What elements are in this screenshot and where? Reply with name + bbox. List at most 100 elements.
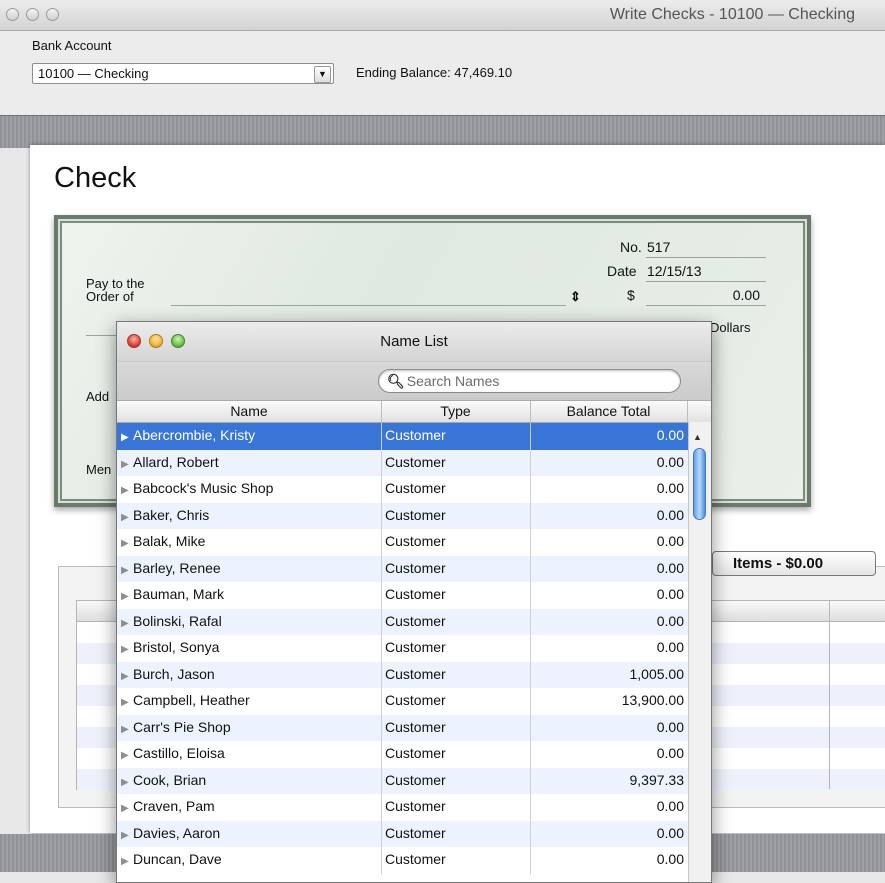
row-name-text: Craven, Pam xyxy=(133,798,215,814)
row-type: Customer xyxy=(385,798,446,814)
check-number-field[interactable]: 517 xyxy=(647,239,670,255)
table-row[interactable]: ▶ Duncan, Dave Customer 0.00 xyxy=(117,847,711,874)
row-type: Customer xyxy=(385,692,446,708)
table-row[interactable]: ▶ Davies, Aaron Customer 0.00 xyxy=(117,820,711,847)
table-row[interactable]: ▶ Allard, Robert Customer 0.00 xyxy=(117,449,711,476)
table-row[interactable]: ▶ Carr's Pie Shop Customer 0.00 xyxy=(117,714,711,741)
table-row[interactable]: ▶ Abercrombie, Kristy Customer 0.00 xyxy=(117,423,711,450)
table-row[interactable]: ▶ Bauman, Mark Customer 0.00 xyxy=(117,582,711,609)
table-row[interactable]: ▶ Barley, Renee Customer 0.00 xyxy=(117,555,711,582)
column-divider xyxy=(381,688,382,715)
table-row[interactable]: ▶ Babcock's Music Shop Customer 0.00 xyxy=(117,476,711,503)
disclosure-triangle-icon[interactable]: ▶ xyxy=(121,512,133,523)
close-window-button[interactable] xyxy=(6,8,19,21)
column-divider xyxy=(381,714,382,741)
bank-account-select[interactable]: 10100 — Checking ▼ xyxy=(32,63,334,84)
column-divider xyxy=(381,555,382,582)
row-balance: 0.00 xyxy=(656,506,684,523)
table-row[interactable]: ▶ Campbell, Heather Customer 13,900.00 xyxy=(117,688,711,715)
search-placeholder: Search Names xyxy=(406,373,500,389)
column-divider xyxy=(530,635,531,662)
address-label: Add xyxy=(86,389,110,404)
row-name-text: Bolinski, Rafal xyxy=(133,612,222,629)
row-name: ▶ Bolinski, Rafal xyxy=(121,613,222,629)
column-header-balance[interactable]: Balance Total xyxy=(530,403,687,419)
amount-field[interactable]: 0.00 xyxy=(648,287,760,303)
scroll-up-arrow-icon[interactable]: ▲ xyxy=(693,432,702,442)
column-header-name[interactable]: Name xyxy=(117,403,381,419)
disclosure-triangle-icon[interactable]: ▶ xyxy=(121,856,133,867)
row-name: ▶ Baker, Chris xyxy=(121,507,209,523)
zoom-window-button[interactable] xyxy=(46,8,59,21)
scrollbar[interactable]: ▲ xyxy=(688,422,711,882)
row-type: Customer xyxy=(385,665,446,682)
disclosure-triangle-icon[interactable]: ▶ xyxy=(121,671,133,682)
column-divider xyxy=(381,423,382,450)
table-row[interactable]: ▶ Bolinski, Rafal Customer 0.00 xyxy=(117,608,711,635)
payee-field[interactable] xyxy=(171,305,566,306)
column-divider xyxy=(530,820,531,847)
account-toolbar: Bank Account 10100 — Checking ▼ Ending B… xyxy=(0,31,885,115)
name-list-title: Name List xyxy=(380,333,448,350)
row-name: ▶ Craven, Pam xyxy=(121,798,215,814)
bank-account-label: Bank Account xyxy=(32,38,112,53)
date-label: Date xyxy=(607,263,637,279)
dollars-label: Dollars xyxy=(710,320,751,335)
row-type: Customer xyxy=(385,745,446,761)
disclosure-triangle-icon[interactable]: ▶ xyxy=(121,485,133,496)
row-name-text: Davies, Aaron xyxy=(133,824,221,841)
column-divider xyxy=(530,688,531,715)
date-field[interactable]: 12/15/13 xyxy=(647,263,702,279)
table-row[interactable]: ▶ Craven, Pam Customer 0.00 xyxy=(117,794,711,821)
column-header-type[interactable]: Type xyxy=(381,403,530,419)
disclosure-triangle-icon[interactable]: ▶ xyxy=(121,777,133,788)
row-name-text: Allard, Robert xyxy=(133,453,219,470)
disclosure-triangle-icon[interactable]: ▶ xyxy=(121,830,133,841)
column-divider xyxy=(381,449,382,476)
disclosure-triangle-icon[interactable]: ▶ xyxy=(121,724,133,735)
column-divider xyxy=(687,401,688,422)
chevron-down-icon[interactable]: ▼ xyxy=(314,66,331,83)
scrollbar-thumb[interactable] xyxy=(693,448,706,520)
disclosure-triangle-icon[interactable]: ▶ xyxy=(121,750,133,761)
disclosure-triangle-icon[interactable]: ▶ xyxy=(121,432,133,443)
row-balance: 0.00 xyxy=(656,745,684,761)
table-row[interactable]: ▶ Baker, Chris Customer 0.00 xyxy=(117,502,711,529)
ending-balance: Ending Balance: 47,469.10 xyxy=(356,65,513,80)
table-row[interactable]: ▶ Bristol, Sonya Customer 0.00 xyxy=(117,635,711,662)
amount-underline xyxy=(646,305,766,306)
table-row[interactable]: ▶ Cook, Brian Customer 9,397.33 xyxy=(117,767,711,794)
disclosure-triangle-icon[interactable]: ▶ xyxy=(121,591,133,602)
column-divider xyxy=(381,847,382,874)
disclosure-triangle-icon[interactable]: ▶ xyxy=(121,459,133,470)
row-name: ▶ Bristol, Sonya xyxy=(121,639,219,655)
table-row[interactable]: ▶ Burch, Jason Customer 1,005.00 xyxy=(117,661,711,688)
column-divider xyxy=(381,582,382,609)
disclosure-triangle-icon[interactable]: ▶ xyxy=(121,644,133,655)
payee-stepper-icon[interactable]: ⇕ xyxy=(570,289,581,305)
disclosure-triangle-icon[interactable]: ▶ xyxy=(121,803,133,814)
disclosure-triangle-icon[interactable]: ▶ xyxy=(121,565,133,576)
column-divider xyxy=(530,476,531,503)
column-divider xyxy=(381,608,382,635)
linen-background xyxy=(0,115,885,148)
check-number-underline xyxy=(646,257,766,258)
column-divider xyxy=(381,767,382,794)
row-type: Customer xyxy=(385,559,446,576)
row-name-text: Carr's Pie Shop xyxy=(133,718,231,735)
column-divider xyxy=(381,794,382,821)
disclosure-triangle-icon[interactable]: ▶ xyxy=(121,538,133,549)
disclosure-triangle-icon[interactable]: ▶ xyxy=(121,697,133,708)
column-divider xyxy=(381,661,382,688)
search-input[interactable]: 🔍︎ Search Names xyxy=(378,369,681,393)
name-list-titlebar: Name List xyxy=(117,322,711,362)
minimize-window-button[interactable] xyxy=(26,8,39,21)
disclosure-triangle-icon[interactable]: ▶ xyxy=(121,618,133,629)
items-tab[interactable]: Items - $0.00 xyxy=(712,551,876,576)
items-grid-divider xyxy=(829,601,830,789)
table-row[interactable]: ▶ Balak, Mike Customer 0.00 xyxy=(117,529,711,556)
table-row[interactable]: ▶ Castillo, Eloisa Customer 0.00 xyxy=(117,741,711,768)
column-divider xyxy=(381,741,382,768)
column-divider xyxy=(530,741,531,768)
column-divider xyxy=(530,423,531,450)
